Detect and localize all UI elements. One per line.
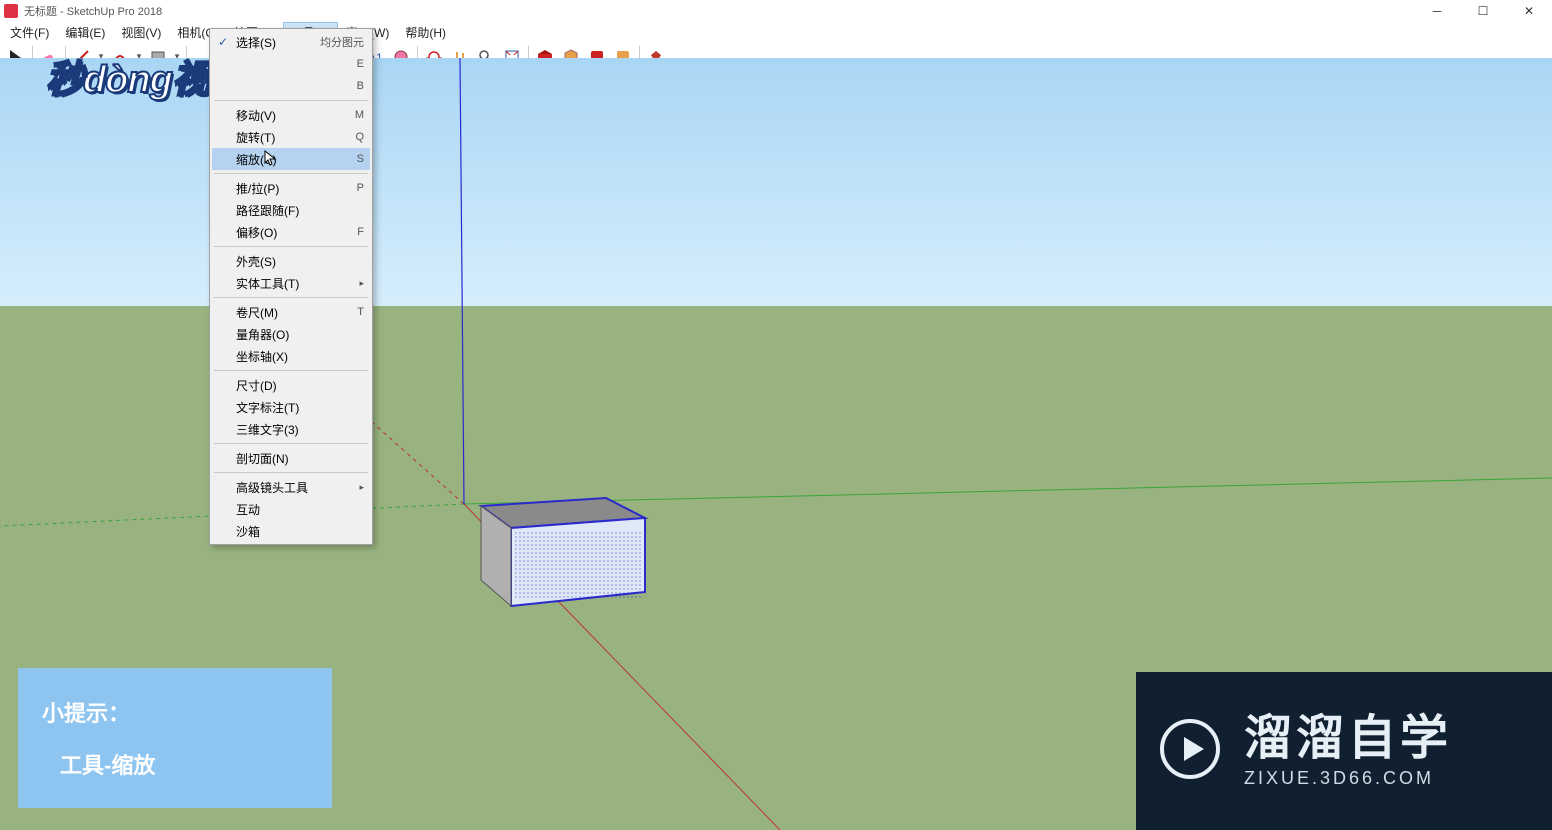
menu-shortcut: E xyxy=(357,58,364,70)
menu-separator xyxy=(214,173,368,174)
submenu-arrow-icon: ▸ xyxy=(359,278,364,289)
menu-item[interactable]: 视图(V) xyxy=(113,22,169,42)
menu-entry-label: 旋转(T) xyxy=(236,129,275,146)
menu-shortcut: 均分图元 xyxy=(320,34,364,50)
menu-shortcut: P xyxy=(357,182,364,194)
maximize-button[interactable]: ☐ xyxy=(1460,0,1506,22)
menu-entry-label: 缩放(C) xyxy=(236,151,277,168)
menu-separator xyxy=(214,246,368,247)
menu-entry[interactable]: 文字标注(T) xyxy=(212,396,370,418)
window-title: 无标题 - SketchUp Pro 2018 xyxy=(24,3,162,19)
menu-entry[interactable]: ✓ 选择(S) 均分图元 xyxy=(212,31,370,53)
menu-separator xyxy=(214,297,368,298)
menu-entry-label: 路径跟随(F) xyxy=(236,202,299,219)
menu-shortcut: F xyxy=(357,226,364,238)
menu-entry[interactable]: E xyxy=(212,53,370,75)
menu-entry-label: 选择(S) xyxy=(236,34,276,51)
menu-entry-label: 移动(V) xyxy=(236,107,276,124)
menu-entry[interactable]: B xyxy=(212,75,370,97)
menu-shortcut: B xyxy=(357,80,364,92)
menu-entry-label: 偏移(O) xyxy=(236,224,277,241)
menu-entry-label: 三维文字(3) xyxy=(236,421,299,438)
menu-item[interactable]: 文件(F) xyxy=(2,22,57,42)
brand-title: 溜溜自学 xyxy=(1244,715,1452,763)
menu-entry-label: 外壳(S) xyxy=(236,253,276,270)
menu-entry[interactable]: 尺寸(D) xyxy=(212,374,370,396)
menu-entry[interactable]: 坐标轴(X) xyxy=(212,345,370,367)
menu-entry[interactable]: 卷尺(M) T xyxy=(212,301,370,323)
menu-entry[interactable]: 三维文字(3) xyxy=(212,418,370,440)
menu-entry[interactable]: 推/拉(P) P xyxy=(212,177,370,199)
window-controls: ─ ☐ ✕ xyxy=(1414,0,1552,22)
model-box[interactable] xyxy=(471,476,671,626)
menu-entry-label: 推/拉(P) xyxy=(236,180,279,197)
menu-entry-label: 卷尺(M) xyxy=(236,304,278,321)
app-icon xyxy=(4,4,18,18)
play-icon xyxy=(1158,717,1222,786)
tip-body: 工具-缩放 xyxy=(42,748,308,780)
menu-entry-label: 文字标注(T) xyxy=(236,399,299,416)
menu-item[interactable]: 编辑(E) xyxy=(57,22,113,42)
menu-entry-label: 互动 xyxy=(236,501,260,518)
tip-box: 小提示： 工具-缩放 xyxy=(18,668,332,808)
menu-entry-label: 量角器(O) xyxy=(236,326,289,343)
brand-url: ZIXUE.3D66.COM xyxy=(1244,769,1452,787)
menu-entry[interactable]: 互动 xyxy=(212,498,370,520)
menu-separator xyxy=(214,443,368,444)
submenu-arrow-icon: ▸ xyxy=(359,482,364,493)
menu-entry[interactable]: 剖切面(N) xyxy=(212,447,370,469)
tip-title: 小提示： xyxy=(42,696,308,728)
menu-entry[interactable]: 沙箱 xyxy=(212,520,370,542)
menu-entry-label: 实体工具(T) xyxy=(236,275,299,292)
menu-entry-label: 沙箱 xyxy=(236,523,260,540)
menu-shortcut: T xyxy=(357,306,364,318)
menu-separator xyxy=(214,370,368,371)
close-button[interactable]: ✕ xyxy=(1506,0,1552,22)
menu-separator xyxy=(214,100,368,101)
brand-overlay: 溜溜自学 ZIXUE.3D66.COM xyxy=(1136,672,1552,830)
check-icon: ✓ xyxy=(218,35,228,49)
menu-entry[interactable]: 量角器(O) xyxy=(212,323,370,345)
menu-entry-label: 尺寸(D) xyxy=(236,377,277,394)
menu-entry[interactable]: 移动(V) M xyxy=(212,104,370,126)
menu-separator xyxy=(214,472,368,473)
menu-entry[interactable]: 高级镜头工具 ▸ xyxy=(212,476,370,498)
menu-entry[interactable]: 偏移(O) F xyxy=(212,221,370,243)
menu-shortcut: M xyxy=(355,109,364,121)
tools-dropdown-menu: ✓ 选择(S) 均分图元 EB 移动(V) M 旋转(T) Q 缩放(C) S 推/拉(P) P 路径跟… xyxy=(209,28,373,545)
menu-item[interactable]: 帮助(H) xyxy=(397,22,454,42)
menu-entry[interactable]: 缩放(C) S xyxy=(212,148,370,170)
minimize-button[interactable]: ─ xyxy=(1414,0,1460,22)
menu-entry[interactable]: 路径跟随(F) xyxy=(212,199,370,221)
menu-entry[interactable]: 旋转(T) Q xyxy=(212,126,370,148)
menu-entry-label: 剖切面(N) xyxy=(236,450,289,467)
menu-entry[interactable]: 实体工具(T) ▸ xyxy=(212,272,370,294)
title-bar: 无标题 - SketchUp Pro 2018 ─ ☐ ✕ xyxy=(0,0,1552,22)
menu-entry[interactable]: 外壳(S) xyxy=(212,250,370,272)
menu-entry-label: 坐标轴(X) xyxy=(236,348,288,365)
menu-shortcut: S xyxy=(357,153,364,165)
menu-shortcut: Q xyxy=(355,131,364,143)
menu-entry-label: 高级镜头工具 xyxy=(236,479,308,496)
